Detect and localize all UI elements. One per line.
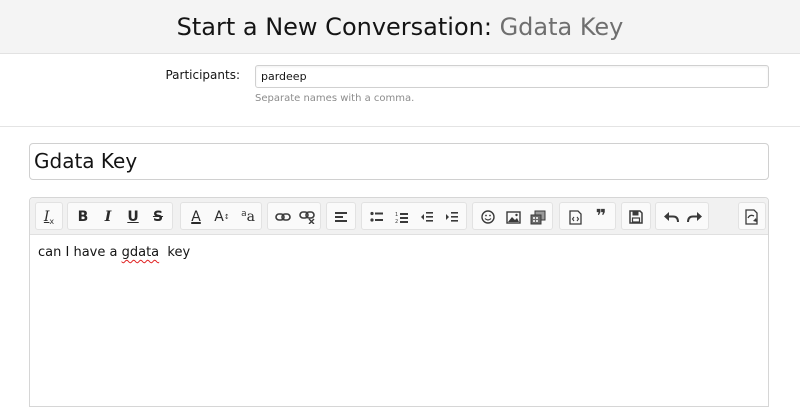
quote-icon[interactable]: ❞ [590, 207, 612, 227]
toolbar-group-text-style: B I U S [67, 202, 173, 230]
section-divider [0, 126, 800, 127]
toolbar-group-clear: Ix [35, 202, 63, 230]
code-icon[interactable] [564, 207, 586, 227]
smilie-icon[interactable] [477, 207, 499, 227]
svg-text:1: 1 [395, 212, 398, 218]
toolbar-group-font: A A ↕ aa [180, 202, 262, 230]
misspelled-word: gdata [121, 245, 160, 260]
font-size-icon[interactable]: A ↕ [211, 207, 233, 227]
message-editor[interactable]: Ix B I U S A A ↕ aa 1 2 ❞ can I have a g… [29, 197, 769, 407]
image-icon[interactable] [502, 207, 524, 227]
toolbar-group-history [655, 202, 709, 230]
numbered-list-icon[interactable]: 12 [391, 207, 413, 227]
italic-icon[interactable]: I [97, 207, 119, 227]
indent-icon[interactable] [441, 207, 463, 227]
editor-text-end: key [159, 245, 191, 260]
remove-format-icon[interactable]: Ix [38, 207, 60, 227]
underline-icon[interactable]: U [122, 207, 144, 227]
strikethrough-icon[interactable]: S [147, 207, 169, 227]
toolbar-group-draft [621, 202, 651, 230]
redo-icon[interactable] [684, 207, 706, 227]
participants-input[interactable]: pardeep [255, 65, 769, 88]
participants-hint: Separate names with a comma. [255, 93, 415, 104]
bold-icon[interactable]: B [72, 207, 94, 227]
link-icon[interactable] [272, 207, 294, 227]
toolbar-group-link [267, 202, 321, 230]
toolbar-group-lists: 12 [361, 202, 467, 230]
toolbar-group-blocks: ❞ [559, 202, 616, 230]
bullet-list-icon[interactable] [366, 207, 388, 227]
page-title-prefix: Start a New Conversation: [176, 13, 500, 41]
page-title-subject: Gdata Key [499, 13, 624, 41]
outdent-icon[interactable] [416, 207, 438, 227]
media-icon[interactable] [527, 207, 549, 227]
page-title: Start a New Conversation: Gdata Key [0, 0, 800, 54]
editor-toolbar: Ix B I U S A A ↕ aa 1 2 ❞ [30, 198, 768, 235]
font-color-icon[interactable]: A [185, 207, 207, 227]
conversation-title-input[interactable]: Gdata Key [29, 143, 769, 180]
participants-label: Participants: [165, 68, 240, 82]
save-draft-icon[interactable] [625, 207, 647, 227]
font-family-icon[interactable]: aa [237, 207, 259, 227]
toolbar-group-insert [472, 202, 553, 230]
align-icon[interactable] [330, 207, 352, 227]
toggle-bbcode-icon[interactable] [741, 207, 763, 227]
editor-content[interactable]: can I have a gdata key [38, 245, 190, 260]
editor-text-start: can I have a [38, 245, 122, 260]
unlink-icon[interactable] [296, 207, 318, 227]
svg-text:2: 2 [395, 219, 398, 224]
toolbar-group-align [326, 202, 356, 230]
undo-icon[interactable] [660, 207, 682, 227]
toolbar-group-toggle [738, 202, 766, 230]
